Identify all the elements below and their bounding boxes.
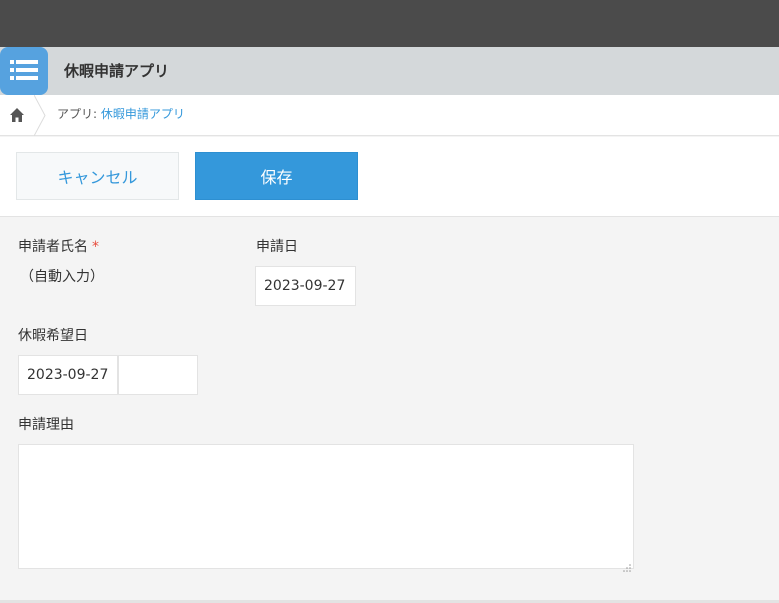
leave-date-field[interactable]: 2023-09-27 — [18, 355, 118, 395]
applicant-label: 申請者氏名 * — [18, 237, 99, 257]
save-button[interactable]: 保存 — [195, 152, 358, 200]
resize-grip-icon[interactable] — [622, 557, 631, 572]
reason-textarea[interactable] — [18, 444, 634, 572]
required-mark: * — [92, 239, 99, 255]
apply-date-label: 申請日 — [256, 239, 298, 255]
leave-time-field[interactable] — [118, 355, 198, 395]
cancel-button[interactable]: キャンセル — [16, 152, 179, 200]
breadcrumb-home-icon[interactable] — [9, 107, 25, 123]
list-icon[interactable] — [0, 47, 48, 95]
applicant-label-text: 申請者氏名 — [18, 239, 88, 255]
breadcrumb-app-link[interactable]: 休暇申請アプリ — [101, 107, 185, 121]
reason-label: 申請理由 — [18, 417, 74, 433]
applicant-value: （自動入力） — [20, 269, 104, 285]
breadcrumb-separator — [33, 94, 46, 137]
leave-date-label: 休暇希望日 — [18, 328, 88, 344]
global-header — [0, 0, 779, 47]
breadcrumb-path: アプリ: 休暇申請アプリ — [57, 105, 185, 123]
breadcrumb-prefix: アプリ: — [57, 107, 101, 121]
app-title: 休暇申請アプリ — [64, 62, 170, 80]
apply-date-field[interactable]: 2023-09-27 — [255, 266, 356, 306]
